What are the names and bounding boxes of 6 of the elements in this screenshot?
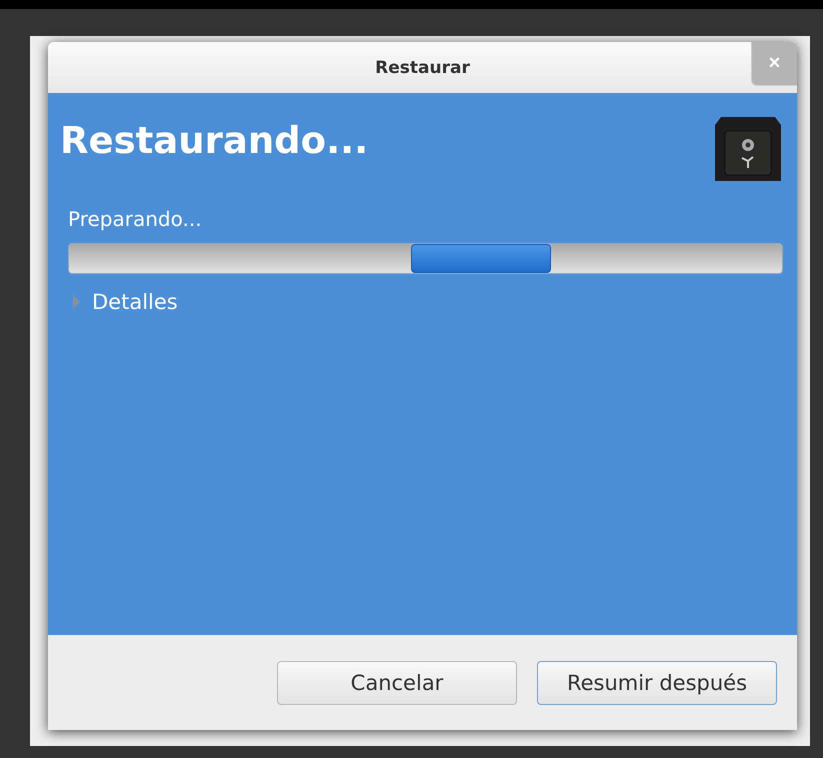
expander-arrow-icon [72, 295, 80, 309]
status-text: Preparando... [68, 207, 203, 231]
dialog-button[interactable]: Resumir después [537, 660, 777, 704]
heading: Restaurando... [60, 119, 368, 162]
window-title: Restaurar [375, 58, 470, 78]
dialog-button[interactable]: Cancelar [277, 660, 517, 704]
